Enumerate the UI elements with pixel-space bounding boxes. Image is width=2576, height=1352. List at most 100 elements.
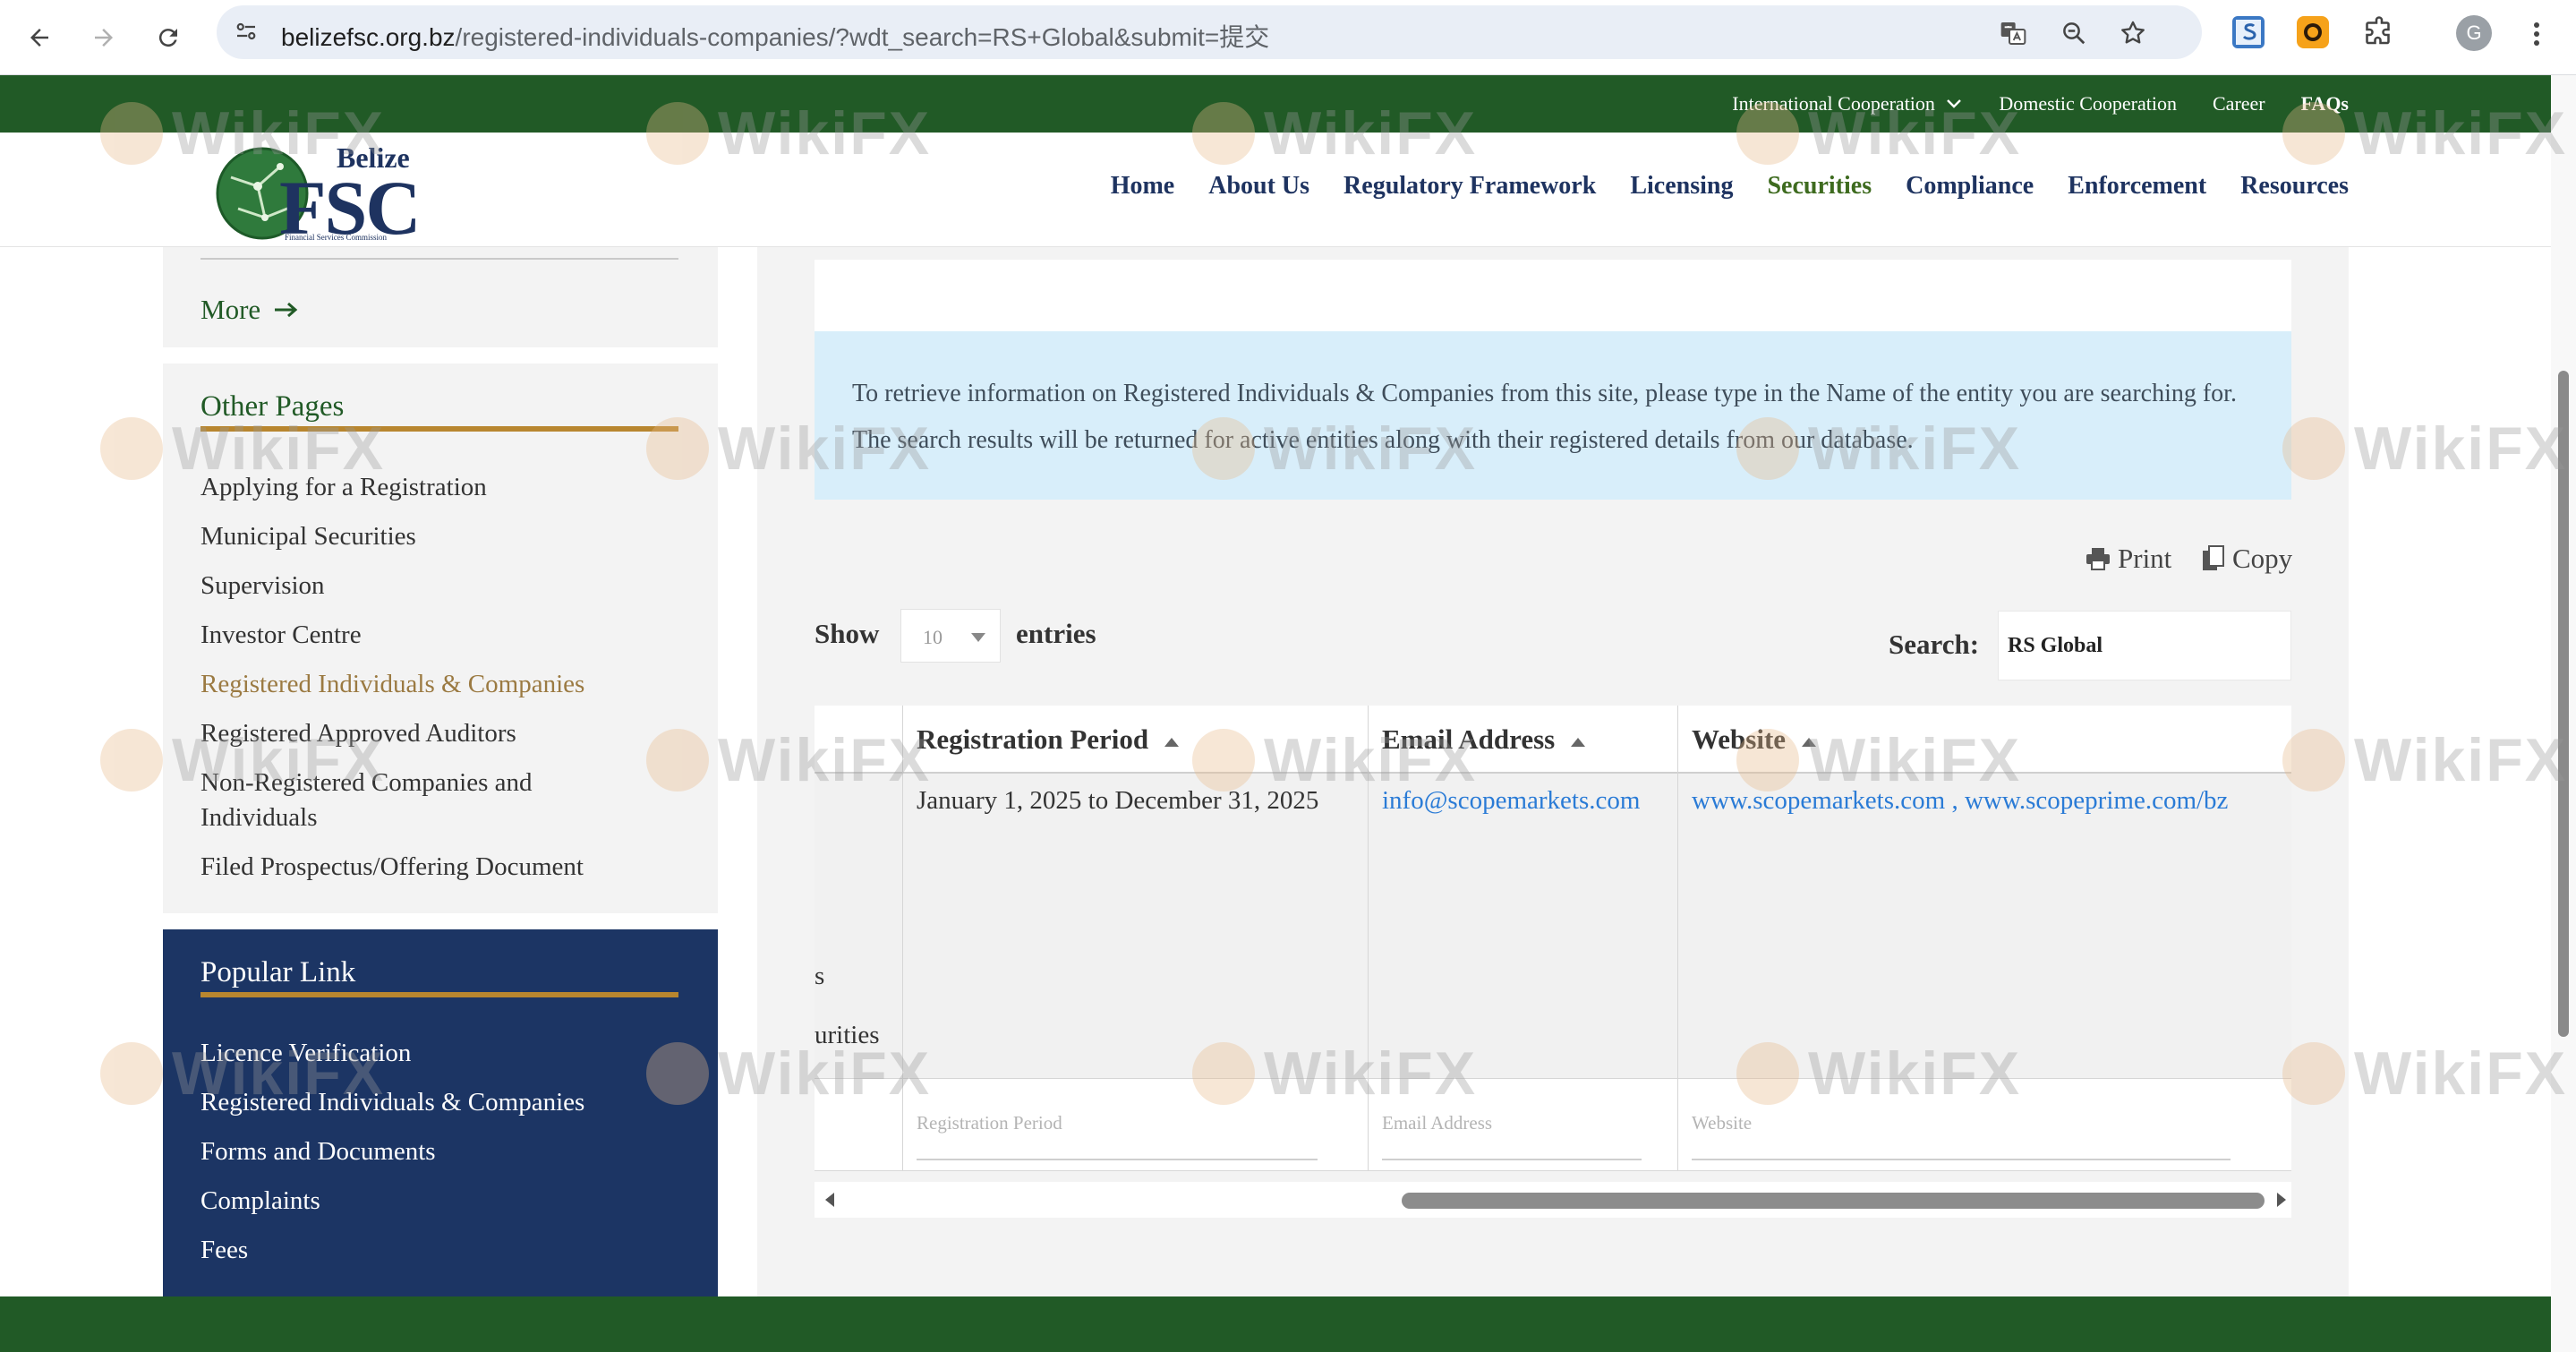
page-vertical-scrollbar[interactable]: [2551, 75, 2576, 1352]
title-underline: [200, 426, 678, 432]
cell-website-link[interactable]: www.scopemarkets.com , www.scopeprime.co…: [1692, 786, 2228, 816]
sidebar-item-non-registered-line1[interactable]: Non-Registered Companies and: [200, 768, 532, 798]
filter-website[interactable]: Website: [1692, 1112, 1752, 1134]
filter-underline: [1692, 1159, 2231, 1160]
header-email-address[interactable]: Email Address: [1382, 723, 1586, 756]
profile-avatar[interactable]: G: [2456, 15, 2492, 51]
bookmark-button[interactable]: [2118, 18, 2148, 48]
sidebar-item-municipal-securities[interactable]: Municipal Securities: [200, 522, 416, 552]
scrollbar-thumb[interactable]: [2558, 371, 2569, 1037]
sidebar-item-applying[interactable]: Applying for a Registration: [200, 473, 487, 502]
info-alert: To retrieve information on Registered In…: [815, 331, 2291, 500]
popular-link-title: Popular Link: [200, 956, 356, 988]
reload-icon: [158, 29, 177, 47]
back-button[interactable]: [18, 16, 61, 59]
caret-down-icon: [971, 633, 985, 642]
extensions-button[interactable]: [2363, 16, 2395, 48]
column-divider: [1677, 1078, 1678, 1170]
sidebar-more-box: More: [163, 247, 718, 347]
sidebar-item-non-registered-line2[interactable]: Individuals: [200, 803, 318, 833]
header-label: Email Address: [1382, 723, 1556, 755]
extension-fox-icon[interactable]: [2297, 16, 2329, 48]
header-label: Registration Period: [917, 723, 1149, 755]
filter-registration-period[interactable]: Registration Period: [917, 1112, 1062, 1134]
popular-fees[interactable]: Fees: [200, 1236, 248, 1265]
popular-licence-verification[interactable]: Licence Verification: [200, 1039, 411, 1068]
utility-bar: International Cooperation Domestic Coope…: [0, 75, 2551, 133]
print-icon: [2086, 548, 2110, 570]
header-website[interactable]: Website: [1692, 723, 1817, 756]
logo-tagline: Financial Services Commission: [285, 233, 387, 242]
watermark-text: WikiFX: [2354, 415, 2568, 483]
sidebar-item-filed-prospectus[interactable]: Filed Prospectus/Offering Document: [200, 852, 584, 882]
show-label: Show: [815, 618, 880, 649]
topbar-faqs[interactable]: FAQs: [2301, 92, 2349, 116]
title-underline: [200, 992, 678, 997]
address-bar[interactable]: belizefsc.org.bz/registered-individuals-…: [217, 5, 2202, 59]
copy-button[interactable]: Copy: [2202, 543, 2292, 575]
sort-up-icon: [1802, 737, 1817, 747]
cell-clipped-text: urities: [815, 1021, 880, 1049]
url-text[interactable]: belizefsc.org.bz/registered-individuals-…: [281, 18, 1269, 54]
cell-registration-period: January 1, 2025 to December 31, 2025: [917, 786, 1319, 815]
column-divider: [1368, 1078, 1369, 1170]
browser-menu-button[interactable]: [2526, 16, 2547, 52]
chevron-down-icon: [1947, 99, 1962, 108]
sidebar-item-supervision[interactable]: Supervision: [200, 571, 325, 601]
popular-complaints[interactable]: Complaints: [200, 1186, 320, 1216]
topbar-domestic-cooperation[interactable]: Domestic Cooperation: [1999, 92, 2177, 116]
search-label: Search:: [1889, 629, 1980, 660]
nav-home[interactable]: Home: [1111, 172, 1175, 201]
reload-button[interactable]: [147, 16, 190, 59]
popular-forms-documents[interactable]: Forms and Documents: [200, 1137, 436, 1167]
forward-button[interactable]: [82, 16, 125, 59]
sidebar-item-registered-individuals[interactable]: Registered Individuals & Companies: [200, 670, 584, 699]
cell-clipped-text: s: [815, 962, 825, 990]
nav-compliance[interactable]: Compliance: [1906, 172, 2034, 201]
star-icon: [2121, 21, 2145, 44]
topbar-link-label: International Cooperation: [1732, 92, 1935, 115]
header-registration-period[interactable]: Registration Period: [917, 723, 1180, 756]
topbar-career[interactable]: Career: [2213, 92, 2265, 116]
scrollbar-thumb[interactable]: [1402, 1193, 2265, 1209]
watermark-logo-icon: [100, 729, 163, 792]
sidebar-popular-links: Popular Link Licence Verification Regist…: [163, 929, 718, 1296]
sidebar-other-pages: Other Pages Applying for a Registration …: [163, 364, 718, 913]
topbar-international-cooperation[interactable]: International Cooperation: [1732, 92, 1963, 116]
nav-licensing[interactable]: Licensing: [1630, 172, 1733, 201]
nav-about-us[interactable]: About Us: [1208, 172, 1309, 201]
arrow-right-icon: [275, 302, 298, 318]
site-footer: [0, 1296, 2551, 1352]
table-horizontal-scrollbar[interactable]: [815, 1182, 2291, 1218]
other-pages-title: Other Pages: [200, 390, 345, 423]
nav-enforcement[interactable]: Enforcement: [2068, 172, 2206, 201]
nav-regulatory-framework[interactable]: Regulatory Framework: [1343, 172, 1596, 201]
site-header: Belize FSC Financial Services Commission…: [0, 133, 2551, 251]
translate-button[interactable]: [1998, 18, 2028, 48]
nav-securities[interactable]: Securities: [1767, 172, 1872, 201]
filter-underline: [917, 1159, 1318, 1160]
sort-up-icon: [1164, 737, 1180, 747]
search-input[interactable]: [1998, 611, 2291, 680]
filter-email-address[interactable]: Email Address: [1382, 1112, 1492, 1134]
results-table: Registration Period Email Address Websit…: [815, 706, 2291, 1171]
scroll-right-arrow-icon[interactable]: [2277, 1193, 2286, 1207]
scroll-left-arrow-icon[interactable]: [825, 1193, 834, 1207]
site-logo[interactable]: Belize FSC Financial Services Commission: [213, 141, 437, 251]
watermark-text: WikiFX: [2354, 1040, 2568, 1108]
popular-registered-individuals[interactable]: Registered Individuals & Companies: [200, 1088, 584, 1117]
site-info-icon[interactable]: [233, 18, 260, 45]
sidebar-item-approved-auditors[interactable]: Registered Approved Auditors: [200, 719, 516, 749]
extension-s-icon[interactable]: [2232, 16, 2265, 48]
main-navigation: Home About Us Regulatory Framework Licen…: [1111, 172, 2349, 201]
print-button[interactable]: Print: [2086, 543, 2171, 575]
nav-resources[interactable]: Resources: [2240, 172, 2349, 201]
cell-email-link[interactable]: info@scopemarkets.com: [1382, 786, 1640, 816]
sidebar-item-investor-centre[interactable]: Investor Centre: [200, 620, 362, 650]
copy-label: Copy: [2232, 543, 2293, 574]
entries-label: entries: [1016, 618, 1096, 649]
page-size-select[interactable]: 10: [900, 609, 1001, 663]
watermark-logo-icon: [100, 1042, 163, 1105]
zoom-button[interactable]: [2059, 18, 2089, 48]
more-link[interactable]: More: [200, 294, 300, 326]
